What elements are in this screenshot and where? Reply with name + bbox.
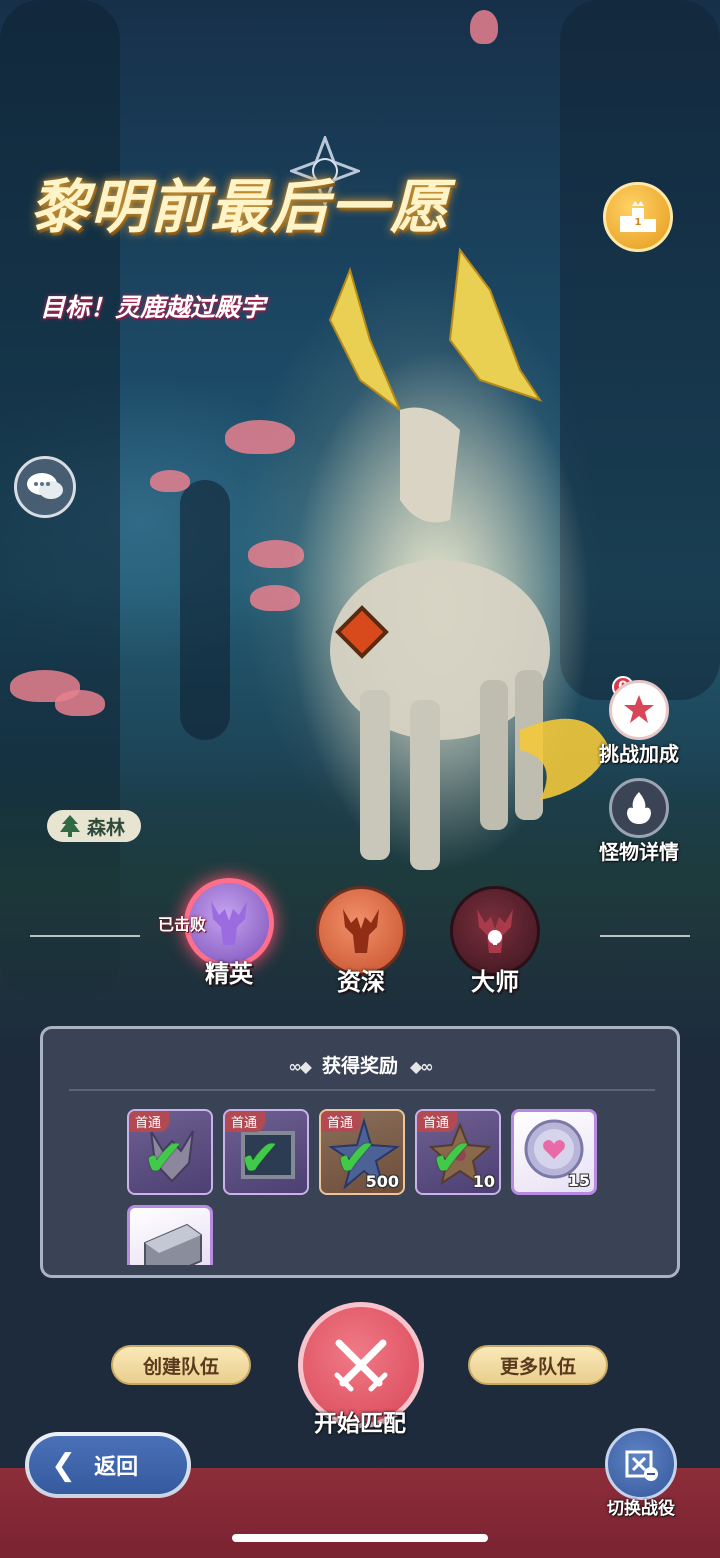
chat-bubbles-icon (27, 473, 63, 499)
location-tag: 森林 (47, 810, 142, 842)
svg-text:1: 1 (635, 217, 642, 228)
flower (55, 690, 105, 716)
rewards-panel: ∞◆ 获得奖励 ◆∞ 首通 ✔ 首通 ✔ 首通 ✔ 500 首通 ✔ 10 15 (40, 1026, 680, 1278)
spirit-deer-boss (290, 247, 610, 870)
switch-campaign-label: 切换战役 (607, 1499, 675, 1519)
bonus-emblem-icon (609, 680, 669, 740)
claimed-check-icon: ✔ (431, 1129, 473, 1187)
switch-campaign-button[interactable]: 切换战役 (596, 1428, 686, 1519)
reward-quantity: 10 (472, 1172, 495, 1191)
tree-trunk (180, 480, 230, 740)
difficulty-veteran[interactable]: 资深 (306, 886, 416, 997)
claimed-check-icon: ✔ (143, 1129, 185, 1187)
monster-flame-icon (609, 778, 669, 838)
pine-tree-icon (60, 815, 80, 837)
more-teams-button[interactable]: 更多队伍 (468, 1345, 608, 1385)
claimed-check-icon: ✔ (239, 1129, 281, 1187)
start-match-label: 开始匹配 (314, 1411, 406, 1437)
switch-campaign-icon (605, 1428, 677, 1500)
ornament-left-icon: ∞◆ (288, 1057, 312, 1076)
divider-line (30, 935, 140, 937)
flower (150, 470, 190, 492)
reward-item[interactable]: 首通 ✔ 10 (415, 1109, 501, 1195)
challenge-bonus-label: 挑战加成 (599, 742, 679, 766)
reward-quantity: 500 (365, 1172, 399, 1191)
back-label: 返回 (94, 1455, 139, 1480)
challenge-bonus-button[interactable]: 挑战加成 (574, 680, 704, 767)
difficulty-master[interactable]: 大师 (440, 886, 550, 997)
rewards-title: ∞◆ 获得奖励 ◆∞ (288, 1055, 434, 1077)
flower (470, 10, 498, 44)
event-objective: 目标！灵鹿越过殿宇 (40, 293, 266, 322)
reward-item[interactable]: 15 (511, 1109, 597, 1195)
reward-item[interactable]: 首通 ✔ (127, 1109, 213, 1195)
ornament-right-icon: ◆∞ (410, 1057, 434, 1076)
panel-divider (69, 1089, 655, 1091)
divider-line (600, 935, 690, 937)
difficulty-master-label: 大师 (471, 968, 519, 996)
create-team-button[interactable]: 创建队伍 (111, 1345, 251, 1385)
chat-button[interactable] (14, 456, 76, 518)
reward-item[interactable] (127, 1205, 213, 1265)
defeated-status: 已击败 (158, 915, 207, 934)
back-button[interactable]: ❮ 返回 (25, 1432, 191, 1498)
flower (225, 420, 295, 454)
location-label: 森林 (87, 816, 126, 839)
home-indicator[interactable] (232, 1534, 488, 1542)
back-arrow-icon: ❮ (51, 1447, 77, 1483)
reward-quantity: 15 (567, 1171, 590, 1190)
monster-details-label: 怪物详情 (599, 840, 679, 864)
difficulty-veteran-label: 资深 (337, 968, 385, 996)
reward-item[interactable]: 首通 ✔ 500 (319, 1109, 405, 1195)
monster-details-button[interactable]: 怪物详情 (574, 778, 704, 865)
podium-icon: 1 (620, 201, 656, 232)
reward-item[interactable]: 首通 ✔ (223, 1109, 309, 1195)
difficulty-elite-label: 精英 (205, 960, 253, 988)
silver-ingot-icon (144, 1223, 202, 1265)
crossed-swords-icon (334, 1339, 388, 1392)
